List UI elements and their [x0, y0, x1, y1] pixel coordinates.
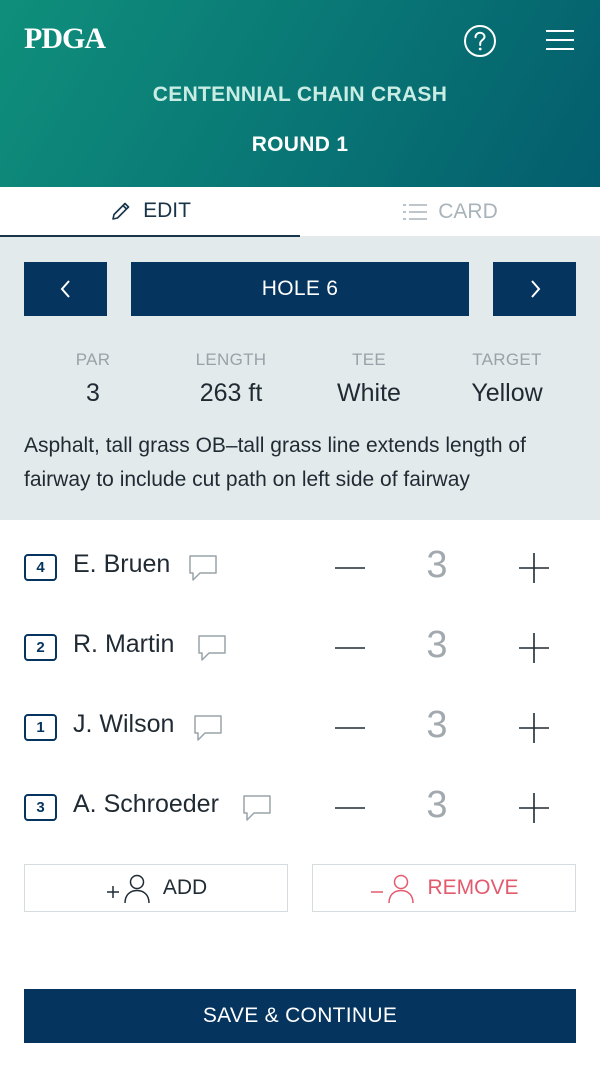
comment-icon[interactable]	[241, 792, 273, 824]
player-name: J. Wilson	[73, 710, 175, 738]
tab-edit-label: EDIT	[143, 199, 191, 222]
player-row: 4 E. Bruen 3	[0, 530, 600, 610]
plus-icon	[519, 553, 549, 583]
decrease-score-button[interactable]	[330, 552, 370, 584]
plus-icon	[519, 713, 549, 743]
decrease-score-button[interactable]	[330, 632, 370, 664]
score-value: 3	[426, 544, 448, 586]
tab-bar: EDIT CARD	[0, 187, 600, 237]
score-value: 3	[426, 784, 448, 826]
position-badge: 2	[24, 634, 57, 661]
decrease-score-button[interactable]	[330, 712, 370, 744]
stat-par: PAR 3	[28, 350, 158, 408]
stat-label: LENGTH	[195, 350, 267, 369]
minus-icon	[335, 567, 365, 569]
help-icon[interactable]	[463, 24, 497, 58]
increase-score-button[interactable]	[514, 788, 554, 828]
stat-value: White	[337, 379, 401, 407]
decrease-score-button[interactable]	[330, 792, 370, 824]
next-hole-button[interactable]	[493, 262, 576, 316]
plus-icon	[519, 793, 549, 823]
chevron-left-icon	[60, 280, 70, 298]
player-name: E. Bruen	[73, 550, 171, 578]
stat-label: TARGET	[472, 350, 542, 369]
stat-label: TEE	[352, 350, 386, 369]
position-badge: 1	[24, 714, 57, 741]
plus-icon	[519, 633, 549, 663]
hole-selector[interactable]: HOLE 6	[131, 262, 469, 316]
stat-tee: TEE White	[304, 350, 434, 408]
tab-card[interactable]: CARD	[300, 187, 600, 237]
comment-icon[interactable]	[196, 632, 228, 664]
stat-value: Yellow	[471, 379, 543, 407]
increase-score-button[interactable]	[514, 548, 554, 588]
save-continue-button[interactable]: SAVE & CONTINUE	[24, 989, 576, 1043]
stat-value: 3	[86, 379, 100, 407]
stat-label: PAR	[75, 350, 111, 369]
chevron-right-icon	[530, 280, 540, 298]
comment-icon[interactable]	[192, 712, 224, 744]
minus-icon	[335, 807, 365, 809]
player-row: 1 J. Wilson 3	[0, 690, 600, 770]
list-icon	[403, 203, 428, 220]
pdga-logo[interactable]: PDGA	[24, 22, 106, 56]
remove-user-icon	[369, 872, 419, 904]
add-player-button[interactable]: ADD	[24, 864, 288, 912]
score-value: 3	[426, 624, 448, 666]
add-user-icon	[105, 872, 155, 904]
player-name: R. Martin	[73, 630, 175, 658]
remove-player-button[interactable]: REMOVE	[312, 864, 576, 912]
stat-target: TARGET Yellow	[442, 350, 572, 408]
remove-label: REMOVE	[427, 876, 519, 899]
increase-score-button[interactable]	[514, 628, 554, 668]
player-row: 2 R. Martin 3	[0, 610, 600, 690]
minus-icon	[335, 647, 365, 649]
pencil-icon	[112, 202, 130, 220]
tab-edit[interactable]: EDIT	[0, 187, 300, 237]
app-header: PDGA CENTENNIAL CHAIN CRASH ROUND 1	[0, 0, 600, 187]
hole-description: Asphalt, tall grass OB–tall grass line e…	[24, 434, 526, 491]
stat-value: 263 ft	[199, 379, 263, 407]
position-badge: 3	[24, 794, 57, 821]
previous-hole-button[interactable]	[24, 262, 107, 316]
tab-card-label: CARD	[438, 199, 498, 223]
player-name: A. Schroeder	[73, 790, 219, 818]
player-row: 3 A. Schroeder 3	[0, 770, 600, 850]
minus-icon	[335, 727, 365, 729]
round-title: ROUND 1	[251, 133, 349, 156]
stat-length: LENGTH 263 ft	[166, 350, 296, 408]
position-badge: 4	[24, 554, 57, 581]
hamburger-menu-icon[interactable]	[545, 27, 575, 53]
add-label: ADD	[162, 876, 208, 899]
increase-score-button[interactable]	[514, 708, 554, 748]
event-title: CENTENNIAL CHAIN CRASH	[152, 83, 448, 106]
hole-info-panel: HOLE 6 PAR 3 LENGTH 263 ft TEE White TAR…	[0, 237, 600, 520]
score-value: 3	[426, 704, 448, 746]
comment-icon[interactable]	[187, 552, 219, 584]
